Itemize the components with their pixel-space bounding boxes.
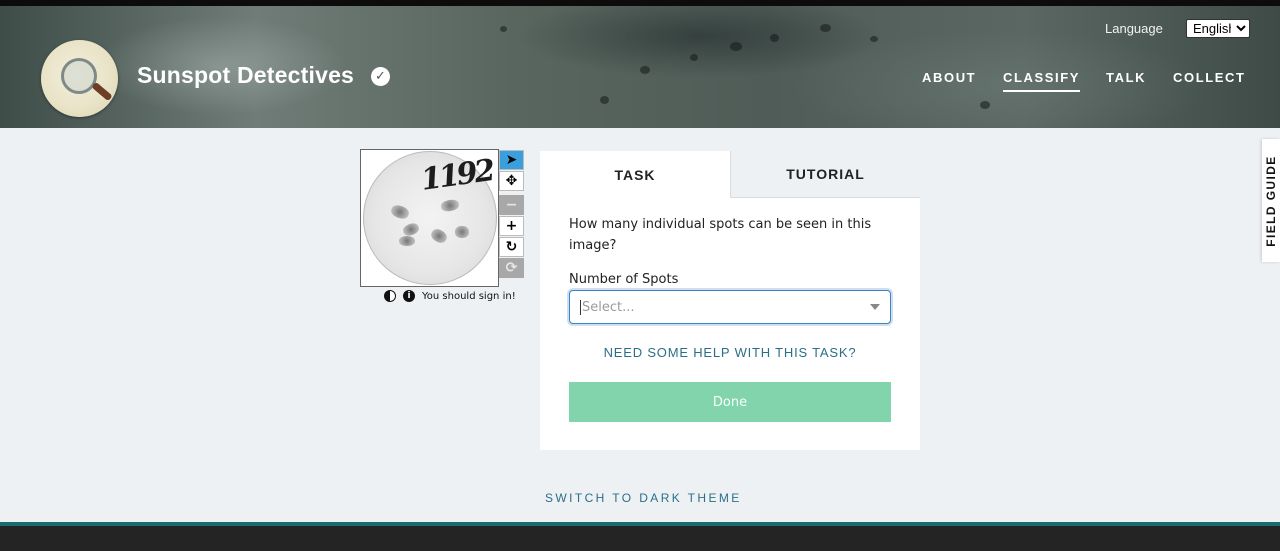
tab-tutorial[interactable]: TUTORIAL [730,151,920,198]
contrast-icon[interactable] [384,290,396,302]
nav-classify[interactable]: CLASSIFY [1003,70,1081,92]
project-title[interactable]: Sunspot Detectives [137,62,354,89]
info-icon[interactable]: i [403,290,415,302]
language-label: Language [1105,21,1163,36]
move-icon[interactable]: ✥ [499,171,524,191]
project-avatar[interactable] [41,40,118,117]
annotate-pointer-icon[interactable]: ➤ [499,150,524,170]
task-question: How many individual spots can be seen in… [569,217,872,253]
field-guide-label: FIELD GUIDE [1264,154,1278,247]
nav-about[interactable]: ABOUT [922,70,976,85]
chevron-down-icon[interactable] [870,304,880,310]
language-select[interactable]: English [1186,19,1250,38]
switch-theme-link[interactable]: SWITCH TO DARK THEME [545,491,742,505]
magnifier-lens [61,58,97,94]
subject-image[interactable]: 1192 [360,149,499,287]
sunspot [455,226,469,238]
tab-task[interactable]: TASK [540,151,730,198]
spots-dropdown[interactable]: Select... [569,290,891,324]
dropdown-placeholder: Select... [582,300,635,315]
nav-talk[interactable]: TALK [1106,70,1146,85]
reset-icon[interactable]: ⟳ [499,258,524,278]
rotate-icon[interactable]: ↻ [499,237,524,257]
footer [0,526,1280,551]
sunspot [399,236,415,246]
zoom-out-icon[interactable]: − [499,195,524,215]
task-help-link[interactable]: NEED SOME HELP WITH THIS TASK? [569,345,891,360]
sign-in-message: You should sign in! [422,291,516,302]
done-button[interactable]: Done [569,382,891,422]
nav-collect[interactable]: COLLECT [1173,70,1246,85]
magnifier-handle [91,81,113,102]
task-panel: TASK TUTORIAL How many individual spots … [540,151,920,450]
check-circle-icon: ✓ [371,67,390,86]
project-header: Sunspot Detectives ✓ Language English AB… [0,6,1280,128]
field-guide-tab[interactable]: FIELD GUIDE [1262,139,1280,262]
zoom-in-icon[interactable]: + [499,216,524,236]
text-cursor [580,300,581,315]
spots-field-label: Number of Spots [569,272,679,287]
